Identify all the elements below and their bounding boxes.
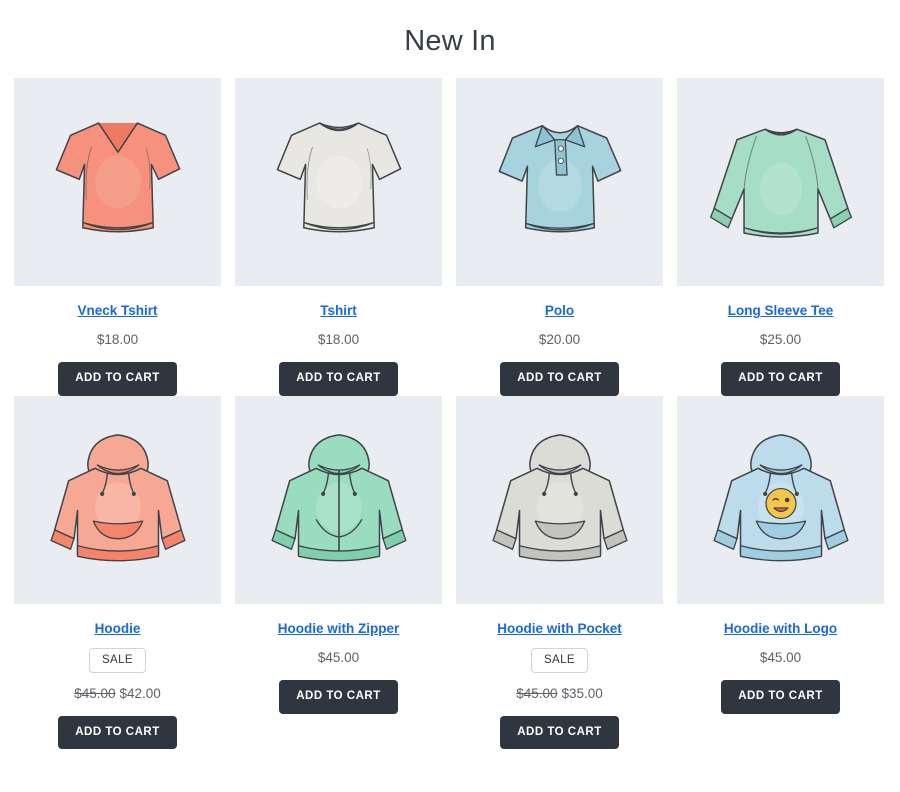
sale-price: $42.00: [119, 685, 161, 701]
add-to-cart-button[interactable]: ADD TO CART: [279, 362, 398, 396]
tshirt-illustration[interactable]: [235, 78, 442, 286]
product-name-link[interactable]: Tshirt: [320, 303, 357, 319]
polo-shirt-illustration[interactable]: [456, 78, 663, 286]
hoodie-with-zipper-illustration[interactable]: [235, 395, 442, 604]
product-price: $45.00: [760, 650, 801, 666]
product-price: $18.00: [97, 332, 138, 348]
product-name-link[interactable]: Polo: [545, 303, 574, 319]
product-card: Hoodie SALE $45.00 $42.00 ADD TO CART: [14, 395, 221, 750]
hoodie-with-logo-illustration[interactable]: [677, 395, 884, 604]
add-to-cart-button[interactable]: ADD TO CART: [500, 715, 619, 750]
product-card: Hoodie with Pocket SALE $45.00 $35.00 ADD TO…: [456, 395, 663, 750]
product-grid: Vneck Tshirt $18.00 ADD TO CART Tshirt $18.…: [0, 78, 900, 750]
regular-price: $20.00: [538, 332, 581, 348]
add-to-cart-button[interactable]: ADD TO CART: [721, 362, 840, 396]
add-to-cart-button[interactable]: ADD TO CART: [58, 362, 177, 396]
regular-price: $45.00: [759, 650, 802, 666]
product-price: $45.00 $42.00: [74, 686, 161, 702]
sale-price: $35.00: [561, 685, 603, 701]
product-name-link[interactable]: Hoodie with Zipper: [278, 621, 400, 637]
product-card: Hoodie with Zipper $45.00 ADD TO CART: [235, 395, 442, 749]
product-card: Polo $20.00 ADD TO CART: [456, 78, 663, 396]
sale-badge: SALE: [530, 648, 588, 673]
product-grid-page: New In Vneck Tshirt $18.00 ADD TO CART Tsh…: [0, 0, 900, 792]
regular-price: $25.00: [759, 332, 802, 348]
product-name-link[interactable]: Long Sleeve Tee: [728, 303, 834, 319]
product-price: $45.00 $35.00: [516, 686, 603, 702]
product-name-link[interactable]: Hoodie with Logo: [724, 621, 837, 637]
original-price: $45.00: [74, 685, 116, 701]
hoodie-with-pocket-illustration[interactable]: [456, 395, 663, 604]
product-name-link[interactable]: Vneck Tshirt: [77, 303, 157, 319]
product-price: $18.00: [318, 332, 359, 348]
product-card: Long Sleeve Tee $25.00 ADD TO CART: [677, 78, 884, 396]
product-name-link[interactable]: Hoodie with Pocket: [497, 621, 622, 637]
add-to-cart-button[interactable]: ADD TO CART: [500, 362, 619, 396]
product-price: $25.00: [760, 332, 801, 348]
sale-badge: SALE: [88, 648, 146, 673]
product-name-link[interactable]: Hoodie: [95, 621, 141, 637]
product-card: Tshirt $18.00 ADD TO CART: [235, 78, 442, 396]
original-price: $45.00: [516, 685, 558, 701]
product-price: $20.00: [539, 332, 580, 348]
vneck-tshirt-illustration[interactable]: [14, 78, 221, 286]
regular-price: $18.00: [317, 332, 360, 348]
product-card: Vneck Tshirt $18.00 ADD TO CART: [14, 78, 221, 396]
page-title: New In: [404, 25, 496, 57]
add-to-cart-button[interactable]: ADD TO CART: [721, 680, 840, 714]
add-to-cart-button[interactable]: ADD TO CART: [58, 715, 177, 750]
product-card: Hoodie with Logo $45.00 ADD TO CART: [677, 395, 884, 749]
add-to-cart-button[interactable]: ADD TO CART: [279, 680, 398, 714]
regular-price: $18.00: [96, 332, 139, 348]
regular-price: $45.00: [317, 650, 360, 666]
hoodie-illustration[interactable]: [14, 395, 221, 604]
long-sleeve-tee-illustration[interactable]: [677, 78, 884, 286]
product-price: $45.00: [318, 650, 359, 666]
